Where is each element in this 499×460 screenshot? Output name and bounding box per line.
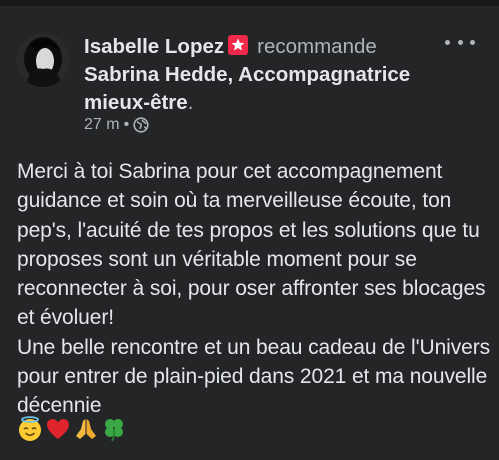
meta-separator: • <box>123 116 130 133</box>
recommend-verb: recommande <box>257 35 377 58</box>
post-header: Isabelle Lopez recommande Sabrina Hedde, … <box>84 33 444 117</box>
header-period: . <box>187 91 194 114</box>
smiling-face-with-halo-icon <box>19 416 41 441</box>
emoji-row <box>17 416 127 442</box>
star-badge-icon <box>228 35 249 55</box>
red-heart-icon <box>47 419 69 439</box>
post-meta: 27 m • <box>84 116 149 134</box>
globe-icon[interactable] <box>133 117 149 133</box>
post-time[interactable]: 27 m <box>84 116 120 134</box>
more-options-icon[interactable] <box>445 34 475 50</box>
author-name[interactable]: Isabelle Lopez <box>84 35 224 58</box>
post-paragraph: Merci à toi Sabrina pour cet accompagnem… <box>17 160 486 330</box>
recommendation-post: Isabelle Lopez recommande Sabrina Hedde, … <box>0 0 499 460</box>
author-avatar[interactable] <box>16 33 70 87</box>
folded-hands-icon <box>76 419 96 439</box>
recommended-page-name[interactable]: Sabrina Hedde, Accompagnatrice mieux-êtr… <box>84 63 410 114</box>
post-body: Merci à toi Sabrina pour cet accompagnem… <box>17 157 492 421</box>
avatar-photo <box>16 33 70 87</box>
post-paragraph: Une belle rencontre et un beau cadeau de… <box>17 335 490 418</box>
four-leaf-clover-icon <box>105 419 123 442</box>
